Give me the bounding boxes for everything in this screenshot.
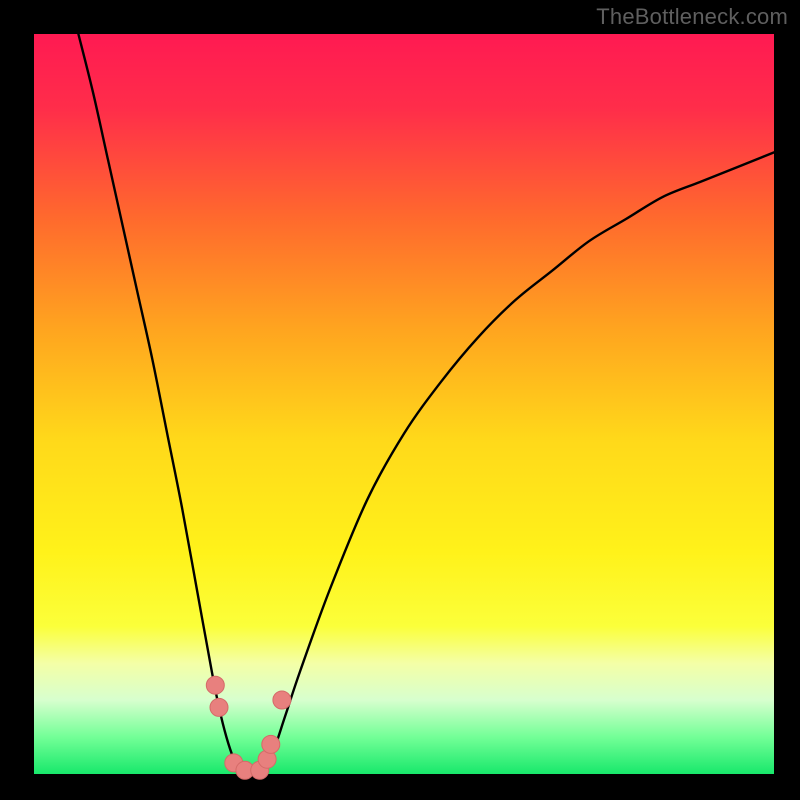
marker-dot	[273, 691, 291, 709]
marker-dot	[206, 676, 224, 694]
chart-frame: TheBottleneck.com	[0, 0, 800, 800]
plot-area	[34, 34, 774, 774]
watermark-text: TheBottleneck.com	[596, 4, 788, 30]
bottleneck-chart	[0, 0, 800, 800]
marker-dot	[210, 698, 228, 716]
marker-dot	[262, 735, 280, 753]
